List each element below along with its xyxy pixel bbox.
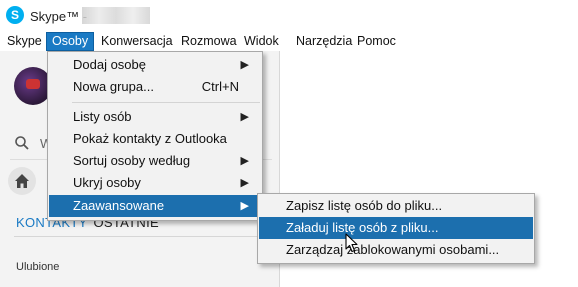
menu-item-load-contact-list[interactable]: Załaduj listę osób z pliku... <box>259 217 533 239</box>
skype-logo-icon: S <box>6 6 24 24</box>
menu-item-show-outlook-contacts[interactable]: Pokaż kontakty z Outlooka <box>49 128 261 150</box>
favorites-heading: Ulubione <box>16 261 60 273</box>
menu-bar: Skype Osoby Konwersacja Rozmowa Widok Na… <box>0 32 578 51</box>
chevron-right-icon: ▶ <box>240 155 249 167</box>
menu-narzedzia[interactable]: Narzędzia <box>291 32 357 51</box>
redacted-username <box>82 7 150 24</box>
menu-item-save-contact-list[interactable]: Zapisz listę osób do pliku... <box>259 195 533 217</box>
menu-item-hide-people[interactable]: Ukryj osoby ▶ <box>49 172 261 194</box>
advanced-submenu: Zapisz listę osób do pliku... Załaduj li… <box>257 193 535 264</box>
menu-item-shortcut: Ctrl+N <box>201 79 239 94</box>
menu-separator <box>72 102 260 103</box>
tabs-divider <box>14 236 280 237</box>
mouse-pointer-icon <box>345 233 358 253</box>
menu-item-add-person[interactable]: Dodaj osobę ▶ <box>49 54 261 76</box>
menu-item-manage-blocked[interactable]: Zarządzaj zablokowanymi osobami... <box>259 239 533 261</box>
menu-rozmowa[interactable]: Rozmowa <box>176 32 242 51</box>
menu-item-label: Sortuj osoby według <box>73 153 191 168</box>
menu-item-label: Dodaj osobę <box>73 57 146 72</box>
menu-item-advanced[interactable]: Zaawansowane ▶ <box>49 195 261 217</box>
menu-pomoc[interactable]: Pomoc <box>352 32 401 51</box>
menu-item-label: Pokaż kontakty z Outlooka <box>73 131 227 146</box>
menu-item-sort-by[interactable]: Sortuj osoby według ▶ <box>49 150 261 172</box>
menu-item-new-group[interactable]: Nowa grupa... Ctrl+N <box>49 76 261 98</box>
window-title: Skype™ - <box>30 9 88 24</box>
menu-item-label: Nowa grupa... <box>73 79 154 94</box>
home-icon <box>15 174 29 188</box>
menu-item-label: Listy osób <box>73 109 132 124</box>
search-icon <box>15 136 29 150</box>
menu-item-label: Zaawansowane <box>73 198 165 213</box>
title-bar: S Skype™ - <box>0 0 578 32</box>
chevron-right-icon: ▶ <box>240 177 249 189</box>
chevron-right-icon: ▶ <box>240 59 249 71</box>
home-button[interactable] <box>8 167 36 195</box>
osoby-dropdown-menu: Dodaj osobę ▶ Nowa grupa... Ctrl+N Listy… <box>47 51 263 221</box>
menu-osoby[interactable]: Osoby <box>46 32 95 51</box>
menu-konwersacja[interactable]: Konwersacja <box>96 32 178 51</box>
chevron-right-icon: ▶ <box>240 200 249 212</box>
menu-skype[interactable]: Skype <box>2 32 47 51</box>
menu-item-contact-lists[interactable]: Listy osób ▶ <box>49 106 261 128</box>
menu-item-label: Ukryj osoby <box>73 175 141 190</box>
chevron-right-icon: ▶ <box>240 111 249 123</box>
menu-widok[interactable]: Widok <box>239 32 284 51</box>
